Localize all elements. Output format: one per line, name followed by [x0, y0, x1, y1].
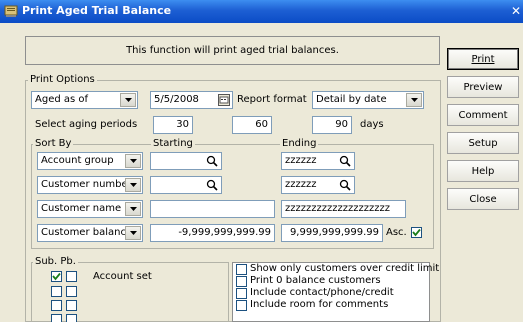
sub-checkbox-3[interactable]	[51, 300, 62, 311]
setup-button[interactable]: Setup	[447, 132, 519, 154]
zero-balance-label: Print 0 balance customers	[250, 275, 381, 286]
check-icon	[52, 272, 61, 281]
sort-2-end-field[interactable]: zzzzzz	[281, 176, 355, 194]
sort-1-end-value: zzzzzz	[285, 155, 317, 166]
aged-date-value: 5/5/2008	[154, 94, 199, 105]
aging-period-3-field[interactable]: 90	[312, 116, 352, 134]
contact-phone-credit-label: Include contact/phone/credit	[250, 287, 394, 298]
sub-checkbox-2[interactable]	[51, 286, 62, 297]
preview-label: Preview	[463, 82, 503, 93]
pb-checkbox-3[interactable]	[66, 300, 77, 311]
search-icon[interactable]	[339, 155, 351, 167]
sort-3-end-value: zzzzzzzzzzzzzzzzzzzz	[285, 203, 390, 214]
calendar-icon[interactable]	[218, 94, 230, 106]
comment-button[interactable]: Comment	[447, 104, 519, 126]
help-button[interactable]: Help	[447, 160, 519, 182]
aging-period-1-field[interactable]: 30	[153, 116, 193, 134]
chevron-down-icon[interactable]	[125, 154, 141, 168]
close-icon[interactable]: ✕	[509, 3, 523, 19]
zero-balance-checkbox[interactable]	[236, 276, 247, 287]
pb-account-set-checkbox[interactable]	[66, 271, 77, 282]
search-icon[interactable]	[339, 179, 351, 191]
close-button[interactable]: Close	[447, 188, 519, 210]
contact-phone-credit-checkbox[interactable]	[236, 288, 247, 299]
sort-field-4-value: Customer balance	[41, 227, 133, 238]
ending-label: Ending	[280, 138, 319, 149]
sort-3-start-field[interactable]	[150, 200, 275, 218]
search-icon[interactable]	[206, 179, 218, 191]
days-label: days	[360, 119, 384, 130]
sub-pb-label: Sub. Pb.	[33, 256, 78, 267]
search-icon[interactable]	[206, 155, 218, 167]
aging-period-3-value: 90	[335, 119, 348, 130]
sort-field-3-select[interactable]: Customer name	[37, 200, 143, 218]
room-for-comments-label: Include room for comments	[250, 299, 389, 310]
sub-account-set-checkbox[interactable]	[51, 271, 62, 282]
ascending-label: Asc.	[386, 227, 407, 238]
aging-period-2-field[interactable]: 60	[232, 116, 272, 134]
description-text: This function will print aged trial bala…	[126, 45, 339, 56]
chevron-down-icon[interactable]	[125, 202, 141, 216]
sort-field-2-select[interactable]: Customer number	[37, 176, 143, 194]
sort-field-1-select[interactable]: Account group	[37, 152, 143, 170]
sort-field-4-select[interactable]: Customer balance	[37, 224, 143, 242]
chevron-down-icon[interactable]	[406, 93, 422, 107]
description-box: This function will print aged trial bala…	[25, 36, 440, 65]
help-label: Help	[471, 166, 495, 177]
print-aged-trial-balance-window: Print Aged Trial Balance ✕ This function…	[0, 0, 523, 322]
print-options-label: Print Options	[28, 74, 97, 85]
room-for-comments-checkbox[interactable]	[236, 300, 247, 311]
sort-3-end-field[interactable]: zzzzzzzzzzzzzzzzzzzz	[281, 200, 406, 218]
sort-4-end-field[interactable]: 9,999,999,999.99	[281, 224, 383, 242]
pb-checkbox-2[interactable]	[66, 286, 77, 297]
aging-period-1-value: 30	[176, 119, 189, 130]
sort-1-start-field[interactable]	[150, 152, 222, 170]
report-format-select[interactable]: Detail by date	[312, 91, 424, 109]
sort-field-3-value: Customer name	[41, 203, 122, 214]
sort-field-1-value: Account group	[41, 155, 114, 166]
account-set-label: Account set	[93, 271, 152, 282]
sort-1-end-field[interactable]: zzzzzz	[281, 152, 355, 170]
aged-as-of-select[interactable]: Aged as of	[31, 91, 138, 109]
starting-label: Starting	[151, 138, 195, 149]
print-label: Print	[471, 54, 495, 65]
chevron-down-icon[interactable]	[125, 226, 141, 240]
aged-date-field[interactable]: 5/5/2008	[150, 91, 233, 109]
sub-checkbox-4[interactable]	[51, 314, 62, 322]
sort-2-start-field[interactable]	[150, 176, 222, 194]
setup-label: Setup	[468, 138, 498, 149]
close-label: Close	[469, 194, 497, 205]
sort-by-label: Sort By	[33, 138, 74, 149]
comment-label: Comment	[458, 110, 508, 121]
preview-button[interactable]: Preview	[447, 76, 519, 98]
title-bar: Print Aged Trial Balance ✕	[0, 0, 523, 23]
sort-4-end-value: 9,999,999,999.99	[289, 227, 379, 238]
aging-period-2-value: 60	[255, 119, 268, 130]
check-icon	[412, 228, 421, 237]
pb-checkbox-4[interactable]	[66, 314, 77, 322]
chevron-down-icon[interactable]	[125, 178, 141, 192]
report-format-value: Detail by date	[316, 94, 387, 105]
aged-as-of-value: Aged as of	[35, 94, 89, 105]
sort-4-start-field[interactable]: -9,999,999,999.99	[150, 224, 275, 242]
report-format-label: Report format	[237, 94, 307, 105]
aging-periods-label: Select aging periods	[35, 119, 138, 130]
over-credit-limit-label: Show only customers over credit limit	[250, 263, 440, 274]
ascending-checkbox[interactable]	[411, 227, 422, 238]
over-credit-limit-checkbox[interactable]	[236, 264, 247, 275]
window-title: Print Aged Trial Balance	[22, 4, 172, 17]
sort-4-start-value: -9,999,999,999.99	[178, 227, 271, 238]
print-button[interactable]: Print	[447, 48, 519, 70]
sort-field-2-value: Customer number	[41, 179, 132, 190]
sort-2-end-value: zzzzzz	[285, 179, 317, 190]
chevron-down-icon[interactable]	[120, 93, 136, 107]
app-icon	[4, 5, 18, 17]
